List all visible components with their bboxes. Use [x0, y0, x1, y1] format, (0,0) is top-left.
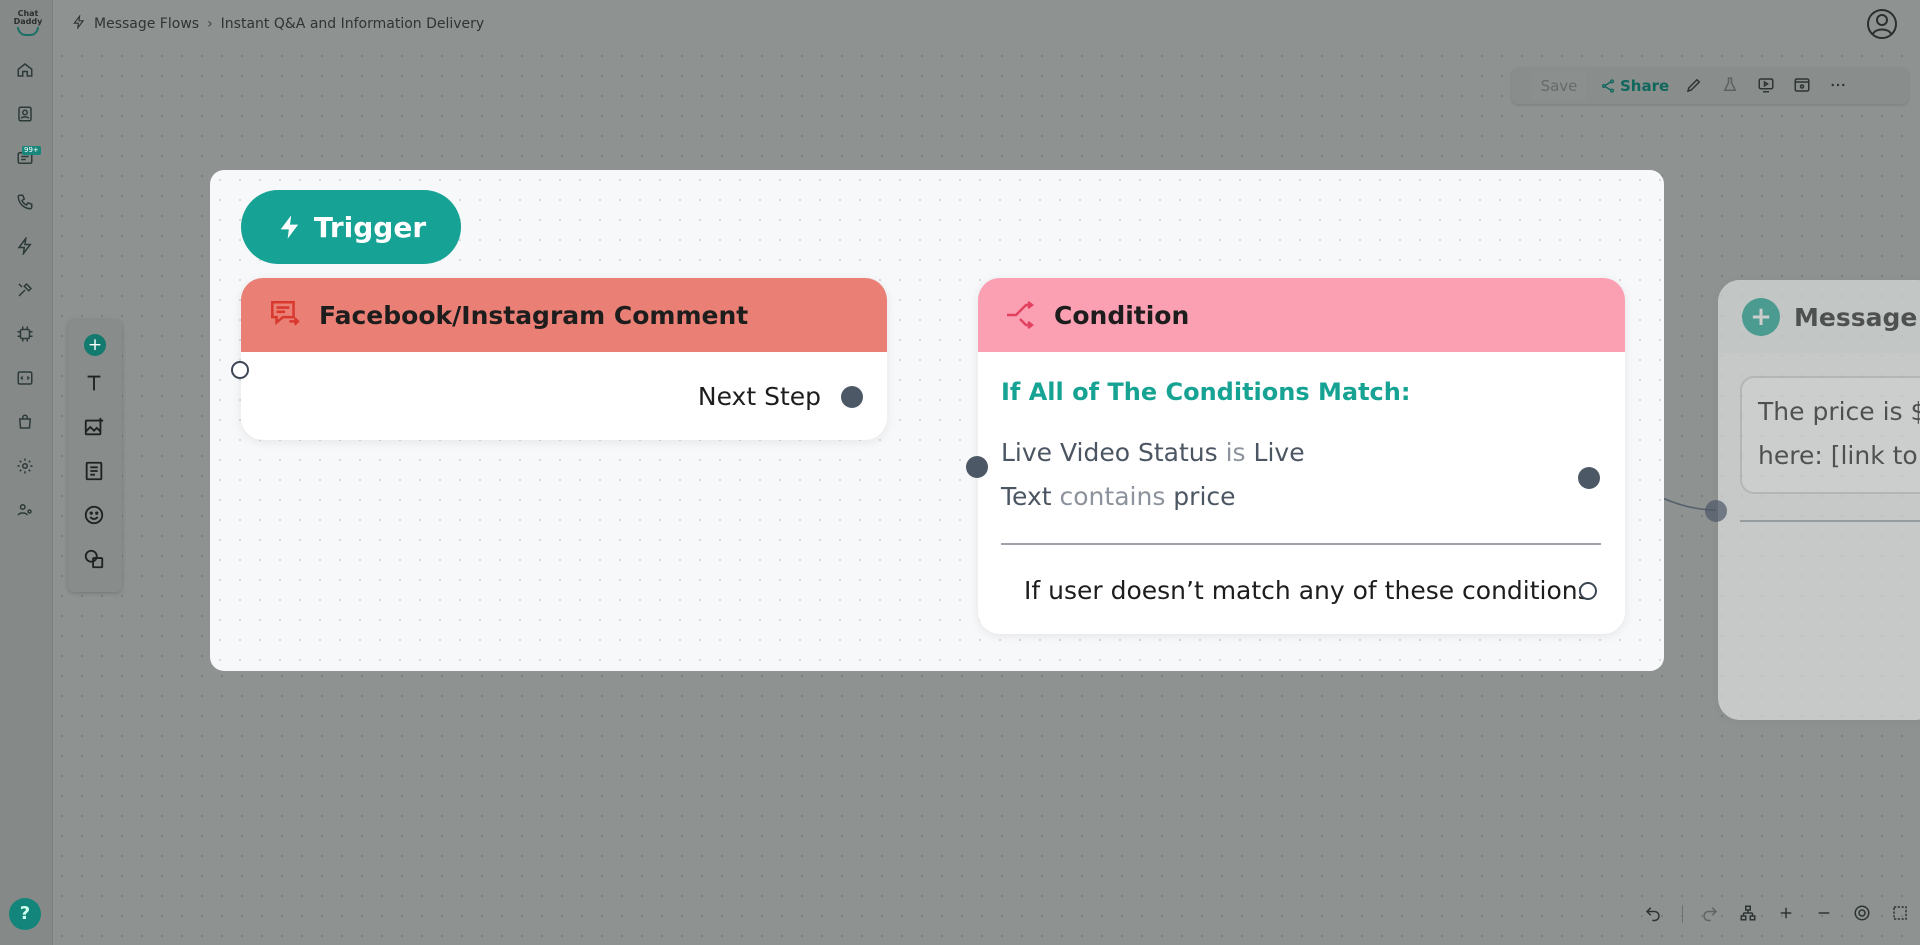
bolt-icon — [72, 14, 86, 33]
user-avatar-icon[interactable] — [1866, 8, 1898, 40]
code-icon[interactable] — [16, 369, 36, 389]
conditions-heading: If All of The Conditions Match: — [1001, 378, 1411, 406]
auto-layout-icon[interactable] — [1739, 904, 1759, 924]
condition-node-title: Condition — [1054, 300, 1190, 330]
more-options-icon[interactable] — [1829, 76, 1849, 96]
zoom-out-icon[interactable] — [1815, 904, 1835, 924]
test-flask-icon[interactable] — [1721, 76, 1741, 96]
inbox-badge: 99+ — [22, 146, 41, 155]
breadcrumb-current: Instant Q&A and Information Delivery — [220, 16, 485, 32]
flow-group-panel: Trigger Facebook/Instagram Comment Next … — [210, 170, 1664, 671]
select-area-icon[interactable] — [1891, 904, 1911, 924]
rule-value: price — [1173, 482, 1236, 511]
rule-operator: is — [1225, 438, 1246, 467]
condition-input-port[interactable] — [966, 456, 988, 478]
condition-node-header: Condition — [978, 278, 1625, 352]
add-message-icon: + — [1742, 298, 1780, 336]
facebook-node-title: Facebook/Instagram Comment — [319, 300, 749, 330]
fallback-label: If user doesn’t match any of these condi… — [1024, 576, 1591, 605]
rule-operator: contains — [1059, 482, 1166, 511]
breadcrumb: Message Flows › Instant Q&A and Informat… — [72, 14, 484, 34]
trigger-pill[interactable]: Trigger — [241, 190, 461, 264]
message-text-line: here: [link to p — [1758, 441, 1920, 470]
message-text-line: The price is $9 — [1758, 397, 1920, 426]
redo-icon[interactable] — [1701, 904, 1721, 924]
edit-icon[interactable] — [1685, 76, 1705, 96]
condition-node[interactable]: Condition If All of The Conditions Match… — [978, 278, 1625, 634]
form-tool-icon[interactable] — [83, 460, 107, 484]
logo-line2: Daddy — [13, 17, 43, 26]
flows-icon[interactable] — [16, 235, 36, 257]
message-input-port[interactable] — [1705, 500, 1727, 522]
condition-match-output-port[interactable] — [1578, 467, 1600, 489]
logo-smile — [17, 27, 39, 36]
tools-icon[interactable] — [16, 281, 36, 301]
rule-field: Live Video Status — [1001, 438, 1218, 467]
canvas-controls — [1644, 898, 1911, 930]
shapes-tool-icon[interactable] — [83, 548, 107, 572]
save-button[interactable]: Save — [1532, 71, 1586, 101]
editor-toolbar: Save Share — [1512, 68, 1908, 104]
toolbar-divider — [1682, 905, 1683, 923]
rule-field: Text — [1001, 482, 1052, 511]
message-node[interactable]: + Message The price is $9 here: [link to… — [1718, 280, 1920, 720]
share-label: Share — [1620, 77, 1670, 95]
text-tool-icon[interactable] — [83, 372, 107, 396]
left-sidebar: Chat Daddy 99+ ? — [0, 0, 53, 945]
message-divider — [1740, 520, 1920, 522]
undo-icon[interactable] — [1644, 904, 1664, 924]
breadcrumb-message-flows[interactable]: Message Flows — [94, 16, 199, 32]
team-icon[interactable] — [16, 501, 36, 521]
settings-icon[interactable] — [16, 457, 36, 477]
next-step-label: Next Step — [697, 382, 821, 411]
condition-fallback-output-port[interactable] — [1579, 582, 1597, 600]
message-node-header: + Message — [1718, 280, 1920, 354]
facebook-comment-node[interactable]: Facebook/Instagram Comment Next Step — [241, 278, 887, 440]
bolt-icon — [280, 215, 298, 239]
condition-rule: Text contains price — [1001, 482, 1236, 511]
preview-video-icon[interactable] — [1757, 76, 1777, 96]
chevron-right-icon: › — [207, 16, 213, 32]
contacts-icon[interactable] — [16, 105, 36, 125]
message-node-title: Message — [1794, 302, 1918, 332]
next-step-output-port[interactable] — [841, 386, 863, 408]
add-element-button[interactable]: + — [84, 334, 106, 356]
help-button[interactable]: ? — [9, 898, 41, 930]
comment-icon — [271, 300, 300, 326]
share-button[interactable]: Share — [1600, 77, 1669, 95]
emoji-tool-icon[interactable] — [83, 504, 107, 528]
home-icon[interactable] — [16, 61, 36, 81]
share-icon — [1602, 79, 1614, 93]
integrations-icon[interactable] — [16, 325, 36, 345]
trigger-label: Trigger — [313, 210, 427, 244]
facebook-node-header: Facebook/Instagram Comment — [241, 278, 887, 352]
rule-value: Live — [1253, 438, 1305, 467]
view-icon[interactable] — [1793, 76, 1813, 96]
condition-rule: Live Video Status is Live — [1001, 438, 1305, 467]
condition-divider — [1001, 543, 1601, 545]
facebook-input-port[interactable] — [231, 361, 249, 379]
zoom-in-icon[interactable] — [1777, 904, 1797, 924]
app-logo[interactable]: Chat Daddy — [13, 10, 43, 36]
fit-view-icon[interactable] — [1853, 904, 1873, 924]
phone-icon[interactable] — [16, 193, 36, 213]
image-tool-icon[interactable] — [83, 416, 107, 440]
element-toolbar: + — [68, 320, 122, 592]
shop-icon[interactable] — [16, 413, 36, 433]
message-text-box[interactable]: The price is $9 here: [link to p — [1740, 376, 1920, 494]
split-icon — [1007, 301, 1034, 329]
